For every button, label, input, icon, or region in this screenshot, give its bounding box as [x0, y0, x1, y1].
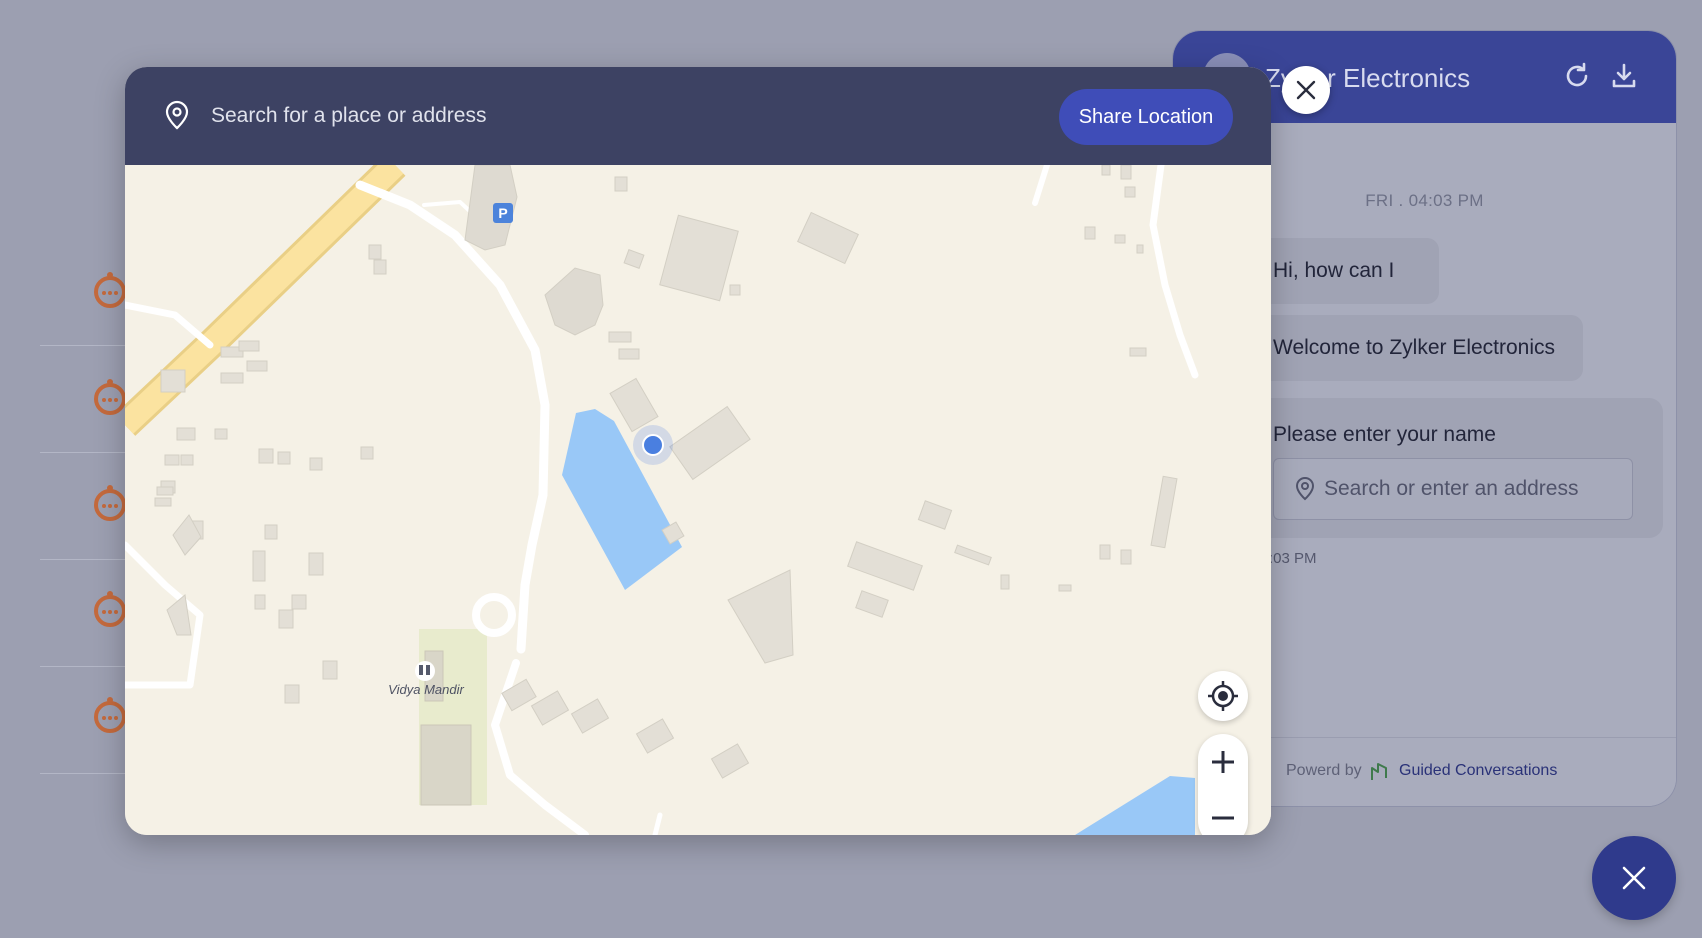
minus-icon [1212, 816, 1234, 820]
zoom-out-button[interactable] [1198, 790, 1248, 835]
bot-icon [94, 485, 126, 521]
map-modal: Share Location [125, 67, 1271, 835]
powered-by-link[interactable]: Guided Conversations [1399, 762, 1557, 780]
address-placeholder: Search or enter an address [1324, 477, 1579, 500]
list-divider [40, 666, 130, 667]
address-input[interactable]: Search or enter an address [1273, 458, 1633, 520]
zoom-in-button[interactable] [1198, 734, 1248, 790]
current-location-dot [642, 434, 664, 456]
map-search-bar: Share Location [125, 67, 1271, 165]
share-location-button[interactable]: Share Location [1059, 89, 1233, 145]
bot-icon [94, 272, 126, 308]
close-map-button[interactable] [1282, 66, 1330, 114]
powered-by-label: Powerd by [1286, 762, 1362, 779]
list-divider [40, 452, 130, 453]
guided-conversations-logo-icon [1371, 763, 1387, 780]
school-marker [415, 661, 435, 681]
list-divider [40, 559, 130, 560]
bot-icon [94, 591, 126, 627]
download-icon[interactable] [1609, 61, 1639, 91]
list-divider [40, 773, 130, 774]
place-search-input[interactable] [211, 100, 911, 132]
zoom-controls [1198, 734, 1248, 835]
school-label: Vidya Mandir [388, 682, 464, 697]
chat-toggle-button[interactable] [1592, 836, 1676, 920]
refresh-icon[interactable] [1562, 61, 1592, 91]
close-icon [1622, 866, 1646, 890]
close-icon [1296, 80, 1316, 100]
list-divider [40, 345, 130, 346]
bot-icon [94, 697, 126, 733]
crosshair-icon [1208, 681, 1238, 711]
plus-icon [1212, 751, 1234, 773]
bot-icon [94, 379, 126, 415]
prompt-text: Please enter your name [1273, 423, 1496, 446]
location-pin-icon [165, 100, 189, 130]
location-pin-icon [1295, 477, 1315, 501]
my-location-button[interactable] [1198, 671, 1248, 721]
parking-label: P [498, 205, 507, 221]
map-canvas[interactable]: P Vidya Mandir [125, 165, 1271, 835]
message-time: :03 PM [1269, 550, 1317, 567]
